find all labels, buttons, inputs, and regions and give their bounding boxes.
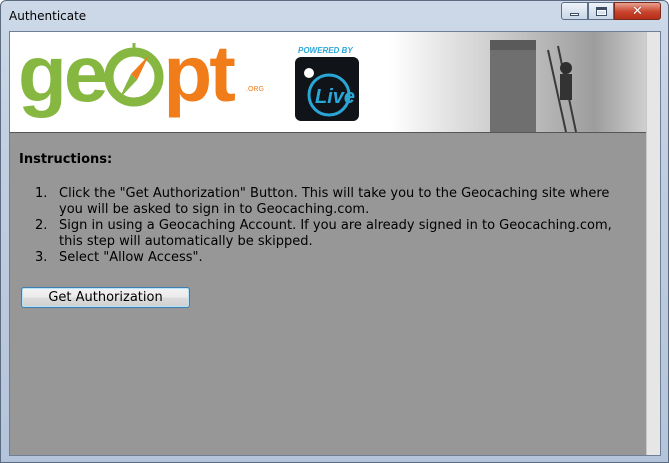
maximize-button[interactable] <box>588 2 614 20</box>
minimize-icon <box>570 13 579 16</box>
step-text: Sign in using a Geocaching Account. If y… <box>59 218 612 249</box>
compass-icon <box>104 43 164 107</box>
title-bar[interactable]: Authenticate ✕ <box>1 1 668 30</box>
geopt-logo: ge pt <box>18 34 236 114</box>
live-icon: Live <box>304 68 355 117</box>
header-banner: ge pt .ORG POWERED BY Live <box>10 32 646 133</box>
step-text: Select "Allow Access". <box>59 250 203 265</box>
vertical-scrollbar[interactable] <box>646 32 660 455</box>
svg-text:Live: Live <box>315 86 355 108</box>
logo-org-text: .ORG <box>246 86 264 93</box>
instructions-list: 1. Click the "Get Authorization" Button.… <box>19 186 629 266</box>
step-number: 3. <box>35 250 48 265</box>
list-item: 1. Click the "Get Authorization" Button.… <box>19 186 629 218</box>
authenticate-window: Authenticate ✕ ge pt .ORG POWERED BY Liv… <box>0 0 669 463</box>
logo-pt-text: pt <box>163 32 235 118</box>
window-title: Authenticate <box>9 9 87 23</box>
live-logo: Live <box>295 57 359 121</box>
list-item: 3. Select "Allow Access". <box>19 250 629 266</box>
minimize-button[interactable] <box>561 2 588 20</box>
lighthouse-photo <box>390 32 646 132</box>
step-number: 1. <box>35 186 48 201</box>
step-number: 2. <box>35 218 48 233</box>
instructions-heading: Instructions: <box>19 152 113 167</box>
instructions-panel: Instructions: 1. Click the "Get Authoriz… <box>19 152 639 265</box>
list-item: 2. Sign in using a Geocaching Account. I… <box>19 218 629 250</box>
close-button[interactable]: ✕ <box>614 2 661 20</box>
maximize-icon <box>595 6 607 16</box>
close-icon: ✕ <box>632 3 643 19</box>
client-area: ge pt .ORG POWERED BY Live Instructions:… <box>9 31 661 456</box>
logo-ge-text: ge <box>18 32 108 118</box>
step-text: Click the "Get Authorization" Button. Th… <box>59 186 610 217</box>
get-authorization-button[interactable]: Get Authorization <box>21 287 190 308</box>
powered-by-label: POWERED BY <box>298 46 353 55</box>
